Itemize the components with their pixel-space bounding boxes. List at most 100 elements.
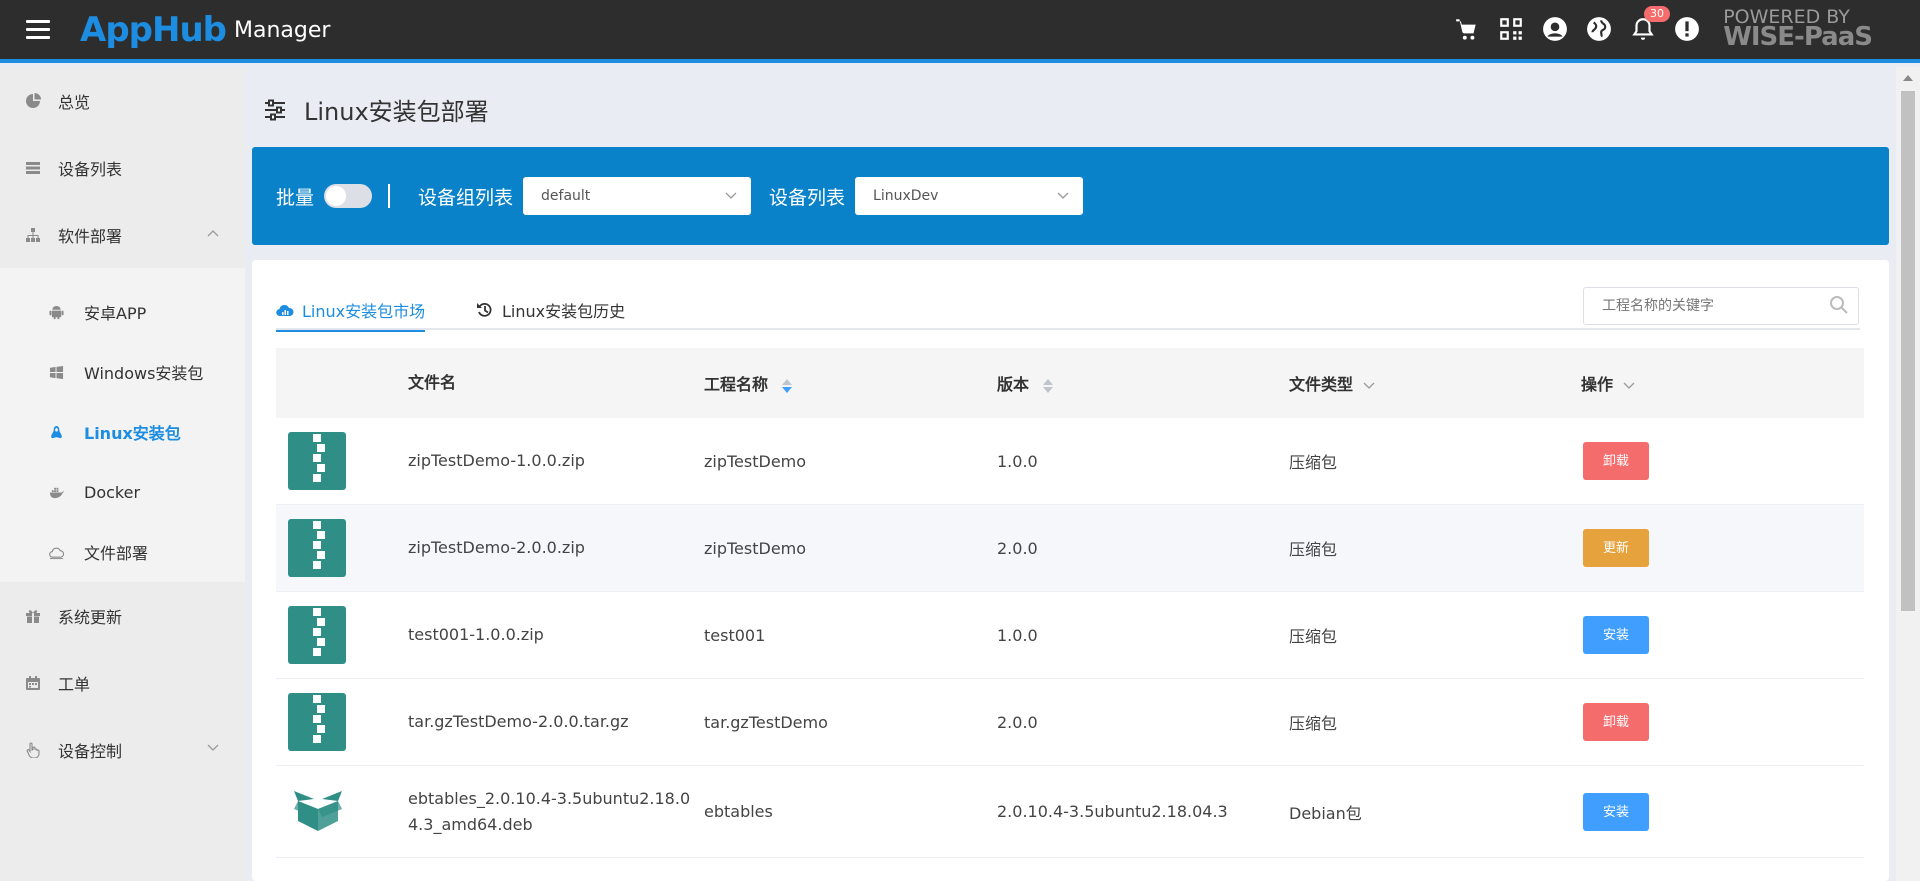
cell-version: 2.0.10.4-3.5ubuntu2.18.04.3 [997,802,1228,821]
top-icons: 30 [1452,6,1702,44]
column-filetype[interactable]: 文件类型 [1289,371,1581,395]
user-icon[interactable] [1540,14,1570,44]
cell-project: ebtables [704,802,773,821]
package-box-icon [294,790,342,831]
scroll-up-arrow-icon[interactable] [1903,75,1913,81]
chevron-down-icon[interactable] [1363,382,1375,390]
chevron-up-icon [207,230,219,237]
install-button[interactable]: 安装 [1583,792,1649,831]
batch-toggle[interactable] [324,184,373,208]
cell-project: tar.gzTestDemo [704,712,828,732]
sliders-icon [265,99,285,120]
sidebar-item-device-list[interactable]: 设备列表 [0,134,245,201]
cell-version: 2.0.0 [997,712,1038,732]
cell-filetype: 压缩包 [1289,453,1338,472]
cart-icon[interactable] [1452,14,1482,44]
column-version[interactable]: 版本 [997,371,1289,395]
table-row: zipTestDemo-1.0.0.zip zipTestDemo 1.0.0 … [276,418,1864,505]
bell-icon[interactable]: 30 [1628,6,1670,44]
cell-filetype: 压缩包 [1289,627,1338,646]
cell-project: zipTestDemo [704,451,807,471]
cell-filename: test001-1.0.0.zip [408,625,544,644]
app-logo[interactable]: AppHub [80,10,227,50]
sidebar: 总览 设备列表 软件部署 安卓APP Windows安装包 Linux安装包 D… [0,67,245,881]
sidebar-item-label: 总览 [58,92,91,112]
gift-icon [24,607,42,625]
zip-file-icon [288,519,346,577]
page-scrollbar[interactable] [1896,67,1920,881]
docker-icon [48,484,64,500]
column-project[interactable]: 工程名称 [704,371,997,395]
sidebar-item-device-control[interactable]: 设备控制 [0,716,245,783]
sidebar-item-overview[interactable]: 总览 [0,67,245,134]
sidebar-item-label: 设备控制 [58,741,123,761]
globe-icon[interactable] [1584,14,1614,44]
sidebar-item-system-update[interactable]: 系统更新 [0,582,245,649]
sitemap-icon [24,226,42,244]
sidebar-item-label: 系统更新 [58,607,123,627]
zip-file-icon [288,606,346,664]
cell-filetype: 压缩包 [1289,714,1338,733]
zip-file-icon [288,432,346,490]
sort-icon[interactable] [781,378,792,393]
page-title: Linux安装包部署 [304,98,489,126]
history-icon [477,302,492,317]
uninstall-button[interactable]: 卸载 [1583,703,1649,741]
chevron-down-icon [1057,192,1069,199]
cell-project: zipTestDemo [704,538,807,558]
sidebar-item-label: 工单 [58,674,91,694]
chevron-down-icon[interactable] [1623,382,1635,390]
sidebar-subitem-file-deploy[interactable]: 文件部署 [0,522,245,582]
install-button[interactable]: 安装 [1583,616,1649,654]
zip-file-icon [288,693,346,751]
pie-chart-icon [24,92,42,110]
cell-project: test001 [704,625,766,645]
table-row: zipTestDemo-2.0.0.zip zipTestDemo 2.0.0 … [276,505,1864,592]
divider [388,184,391,208]
tab-linux-market[interactable]: Linux安装包市场 [276,290,426,332]
sidebar-subitem-linux[interactable]: Linux安装包 [0,402,245,462]
software-deploy-submenu: 安卓APP Windows安装包 Linux安装包 Docker 文件部署 [0,268,245,582]
powered-by-logo: POWERED BY WISE-PaaS [1723,6,1873,52]
linux-icon [48,424,64,440]
sidebar-subitem-docker[interactable]: Docker [0,462,245,522]
sidebar-subitem-windows[interactable]: Windows安装包 [0,342,245,402]
sort-icon[interactable] [1042,378,1053,393]
cell-filename: tar.gzTestDemo-2.0.0.tar.gz [408,712,629,731]
sidebar-item-software-deploy[interactable]: 软件部署 [0,201,245,268]
sidebar-item-label: 软件部署 [58,226,123,246]
sidebar-item-work-order[interactable]: 工单 [0,649,245,716]
server-list-icon [24,159,42,177]
scroll-thumb[interactable] [1901,91,1915,611]
alert-icon[interactable] [1672,14,1702,44]
cell-filetype: 压缩包 [1289,540,1338,559]
cell-version: 1.0.0 [997,625,1038,645]
cell-filetype: Debian包 [1289,803,1362,823]
table-row: ebtables_2.0.10.4-3.5ubuntu2.18.0 4.3_am… [276,766,1864,858]
column-action[interactable]: 操作 [1581,371,1781,395]
calendar-icon [24,674,42,692]
update-button[interactable]: 更新 [1583,529,1649,567]
cell-version: 2.0.0 [997,538,1038,558]
table-row: tar.gzTestDemo-2.0.0.tar.gz tar.gzTestDe… [276,679,1864,766]
chevron-down-icon [725,192,737,199]
uninstall-button[interactable]: 卸载 [1583,442,1649,480]
page-header: Linux安装包部署 [264,92,489,127]
device-group-select[interactable]: default [523,177,752,215]
package-table: 文件名 工程名称 版本 文件类型 操作 zipTestDemo-1.0.0.zi… [276,348,1864,858]
top-bar: AppHub Manager 30 POWERED BY WISE-PaaS [0,0,1920,63]
search-icon[interactable] [1829,295,1849,315]
search-input[interactable] [1583,287,1859,325]
cloud-chart-icon [276,304,294,317]
tab-linux-history[interactable]: Linux安装包历史 [476,290,625,330]
menu-icon[interactable] [26,20,50,40]
sidebar-item-label: 设备列表 [58,159,123,179]
qrcode-icon[interactable] [1496,14,1526,44]
batch-label: 批量 [276,186,315,209]
device-list-select[interactable]: LinuxDev [855,177,1084,215]
cell-version: 1.0.0 [997,451,1038,471]
sidebar-subitem-android[interactable]: 安卓APP [0,282,245,342]
hand-pointer-icon [24,741,42,759]
app-title: Manager [234,18,331,43]
chevron-down-icon [207,744,219,751]
